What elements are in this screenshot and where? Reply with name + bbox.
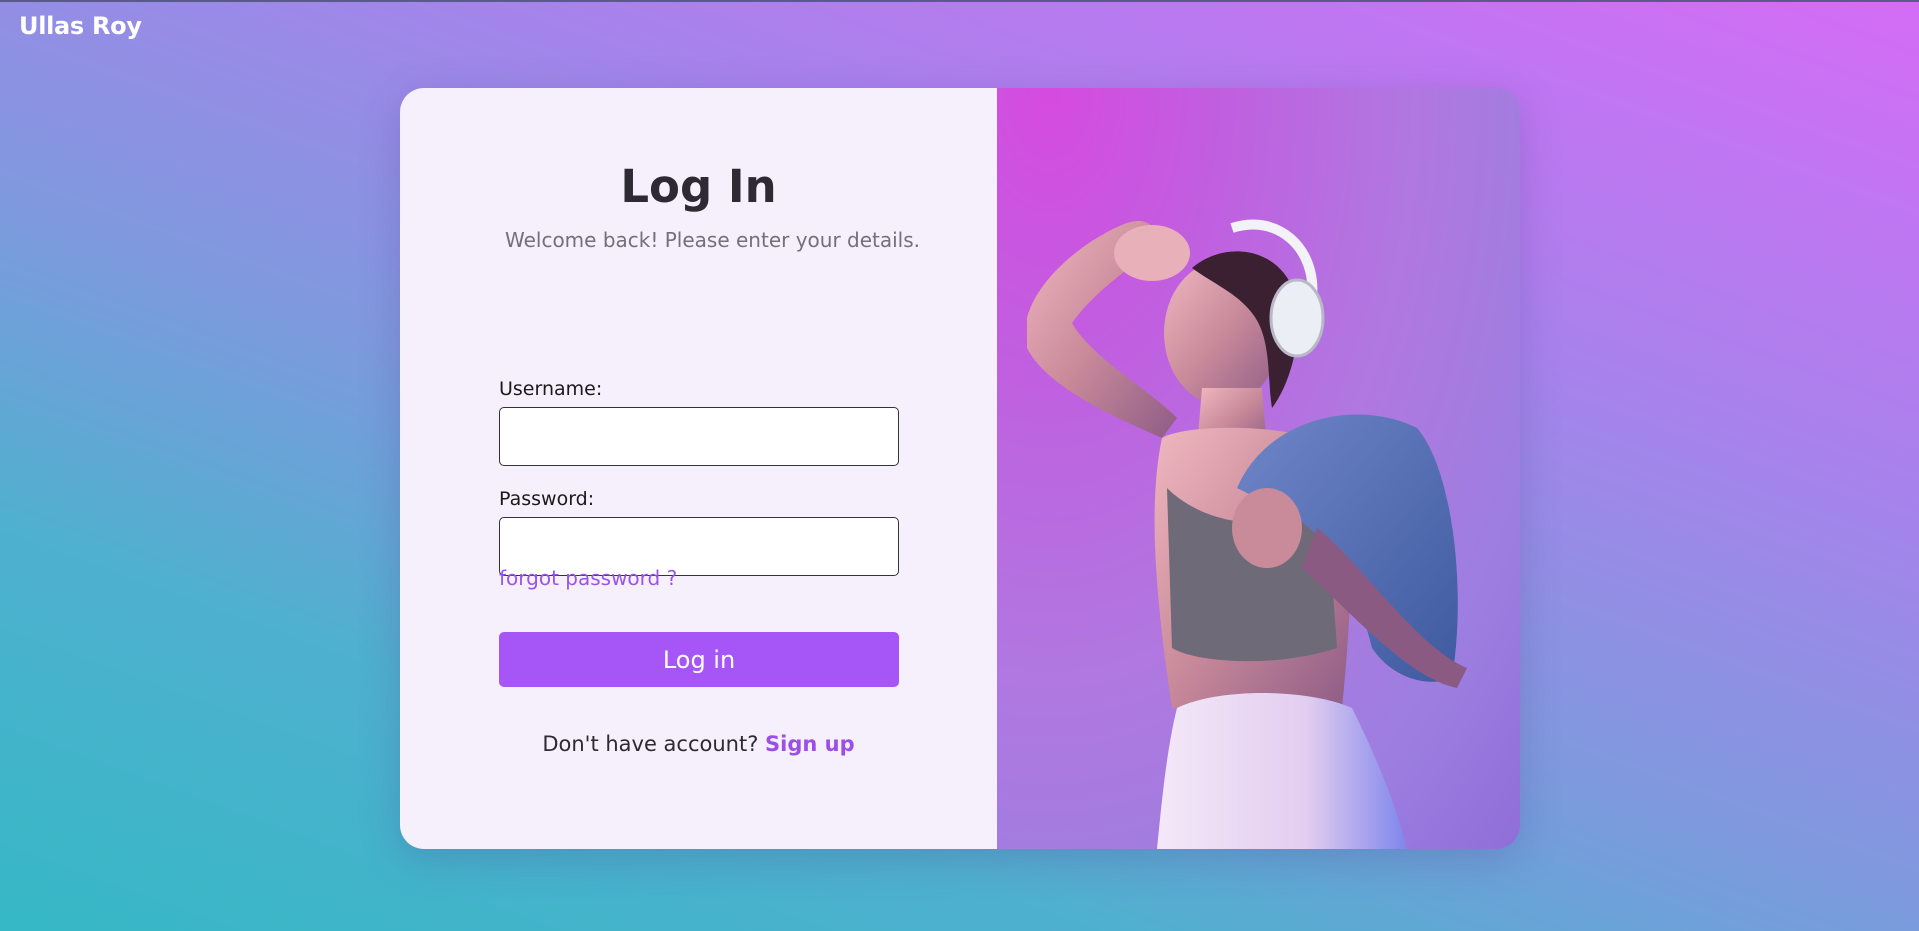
hero-image-panel — [997, 88, 1520, 849]
brand-logo[interactable]: Ullas Roy — [19, 12, 142, 40]
username-input[interactable] — [499, 407, 899, 466]
signup-row: Don't have account? Sign up — [400, 732, 997, 756]
page-subtitle: Welcome back! Please enter your details. — [504, 228, 921, 252]
login-button[interactable]: Log in — [499, 632, 899, 687]
signup-prompt: Don't have account? — [542, 732, 766, 756]
hand — [1114, 225, 1190, 281]
username-label: Username: — [499, 378, 603, 400]
login-form-panel: Log In Welcome back! Please enter your d… — [400, 88, 997, 849]
password-label: Password: — [499, 488, 595, 510]
signup-link[interactable]: Sign up — [765, 732, 855, 756]
page-title: Log In — [620, 160, 777, 213]
headphones-icon — [1269, 278, 1325, 358]
holding-hand — [1232, 488, 1302, 568]
forgot-password-link[interactable]: forgot password ? — [499, 566, 677, 590]
login-card: Log In Welcome back! Please enter your d… — [400, 88, 1520, 849]
woman-with-headphones-illustration — [1027, 219, 1467, 849]
leggings — [1157, 693, 1407, 849]
